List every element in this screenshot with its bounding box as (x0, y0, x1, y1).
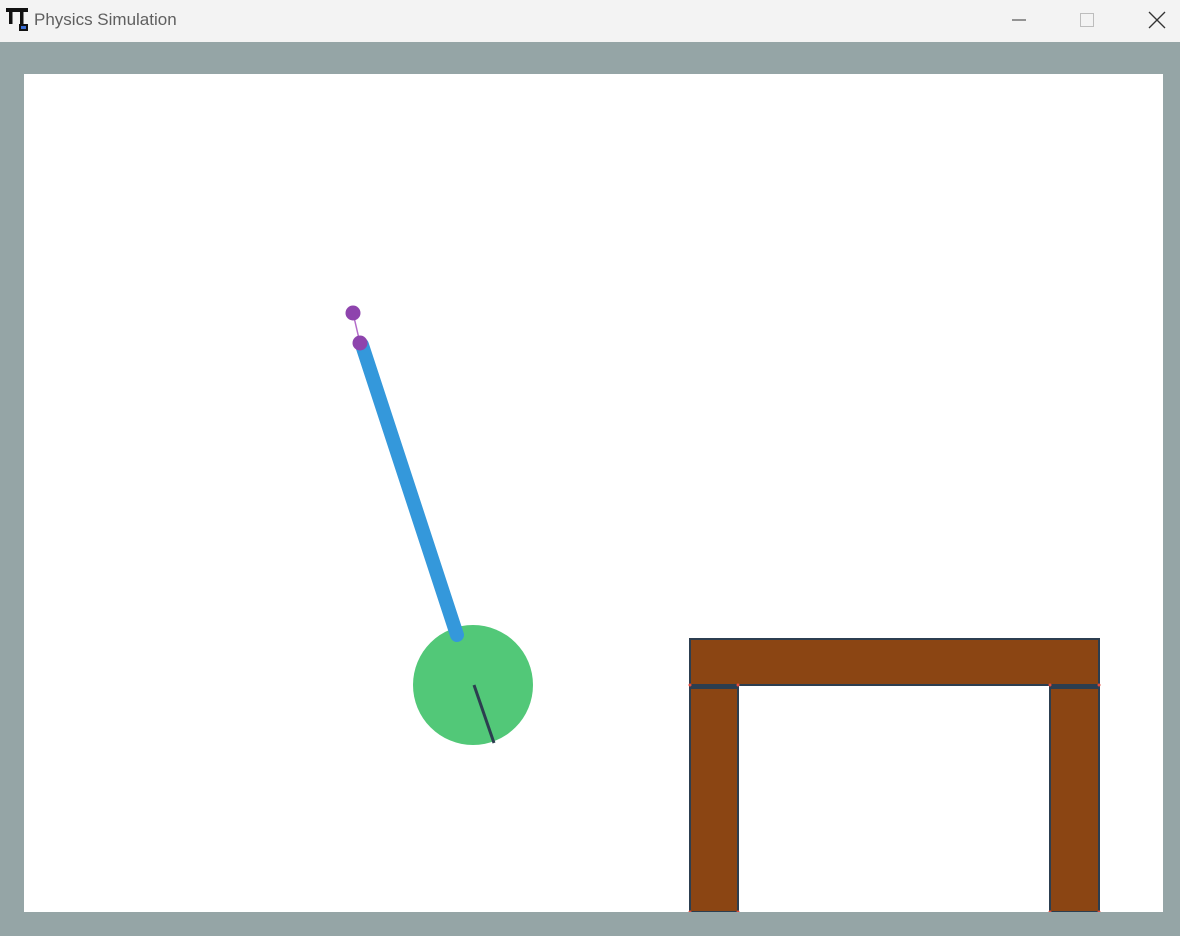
close-button[interactable] (1134, 0, 1180, 40)
table-leg-right[interactable] (1049, 684, 1100, 912)
maximize-icon (1080, 13, 1094, 27)
close-icon (1148, 11, 1166, 29)
table-top[interactable] (689, 638, 1100, 686)
minimize-button[interactable] (996, 0, 1042, 40)
pivot-anchor-dot[interactable] (345, 305, 361, 321)
window-title: Physics Simulation (34, 10, 177, 29)
maximize-button[interactable] (1064, 0, 1110, 40)
minimize-icon (1012, 19, 1026, 21)
table-leg-left[interactable] (689, 684, 739, 912)
table[interactable] (688, 638, 1101, 912)
joint-bar-right (1050, 684, 1099, 689)
joint-bar-left (690, 684, 738, 689)
app-logo-icon (6, 8, 28, 31)
pendulum-rod[interactable] (355, 338, 464, 642)
simulation-scene (345, 305, 1101, 912)
pendulum[interactable] (345, 305, 464, 642)
ball-circle[interactable] (413, 625, 533, 745)
window-titlebar[interactable]: Physics Simulation (0, 0, 1180, 42)
contact-points (688, 683, 1101, 912)
simulation-canvas[interactable] (24, 74, 1163, 912)
ball[interactable] (413, 625, 533, 745)
pendulum-joint-dot[interactable] (352, 335, 368, 351)
